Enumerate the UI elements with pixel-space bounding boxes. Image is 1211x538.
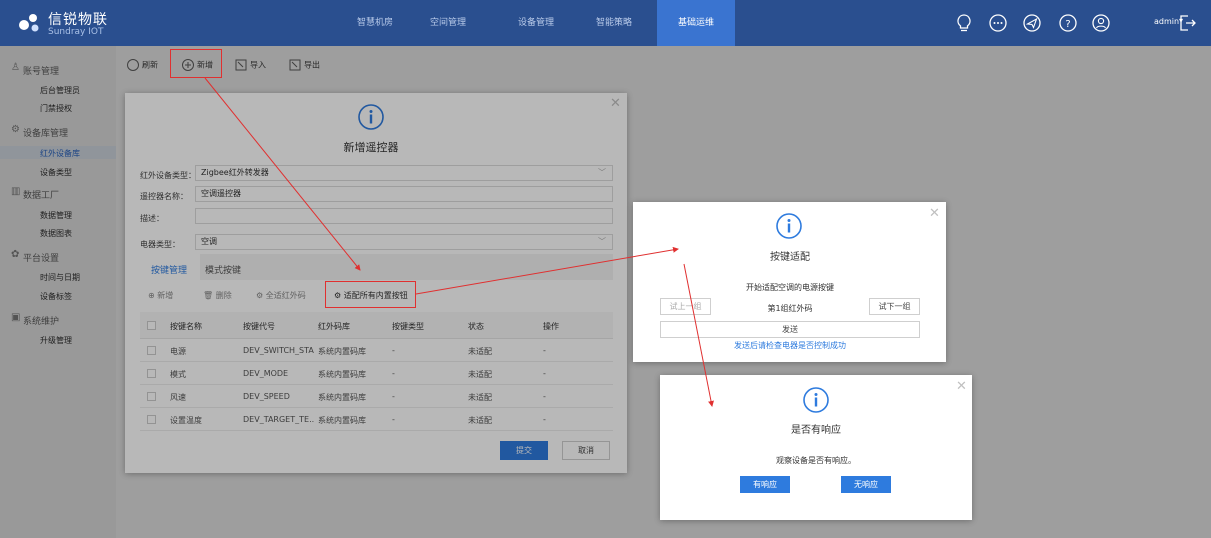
no-response-button[interactable]: 无响应: [841, 476, 891, 493]
svg-text:?: ?: [1065, 19, 1070, 30]
help-icon[interactable]: ?: [1057, 12, 1079, 34]
logo-title: 信锐物联: [48, 12, 108, 28]
annotation-box-add: [170, 49, 222, 78]
nav-smart-policy[interactable]: 智能策略: [584, 0, 644, 46]
prev-group-button[interactable]: 试上一组: [660, 298, 711, 315]
response-modal-title: 是否有响应: [791, 425, 841, 436]
ir-group-label: 第1组红外码: [767, 304, 813, 313]
top-navbar: 信锐物联 Sundray IOT 智慧机房 空间管理 设备管理 智能策略 基础运…: [0, 0, 1211, 46]
adapt-check-hint: 发送后请检查电器是否控制成功: [734, 341, 846, 350]
has-response-button[interactable]: 有响应: [740, 476, 790, 493]
close-icon[interactable]: ✕: [929, 206, 940, 221]
close-icon[interactable]: ✕: [956, 379, 967, 394]
user-avatar-icon[interactable]: [1090, 12, 1112, 34]
nav-space-mgmt[interactable]: 空间管理: [418, 0, 478, 46]
adapt-modal-title: 按键适配: [770, 252, 810, 263]
logo-icon: [19, 14, 39, 32]
logo-subtitle: Sundray IOT: [48, 27, 104, 37]
next-group-button[interactable]: 试下一组: [869, 298, 920, 315]
adapt-hint: 开始适配空调的电源按键: [746, 283, 834, 292]
nav-basic-ops[interactable]: 基础运维: [657, 0, 735, 46]
chat-icon[interactable]: [987, 12, 1009, 34]
logout-icon[interactable]: [1176, 12, 1198, 34]
info-icon: [803, 387, 829, 413]
nav-smart-room[interactable]: 智慧机房: [340, 0, 410, 46]
response-message: 观察设备是否有响应。: [776, 456, 856, 465]
nav-device-mgmt[interactable]: 设备管理: [506, 0, 566, 46]
info-icon: [776, 213, 802, 239]
send-icon[interactable]: [1021, 12, 1043, 34]
send-button[interactable]: 发送: [660, 321, 920, 338]
lightbulb-icon[interactable]: [953, 12, 975, 34]
annotation-box-adapt-all: [325, 281, 416, 308]
